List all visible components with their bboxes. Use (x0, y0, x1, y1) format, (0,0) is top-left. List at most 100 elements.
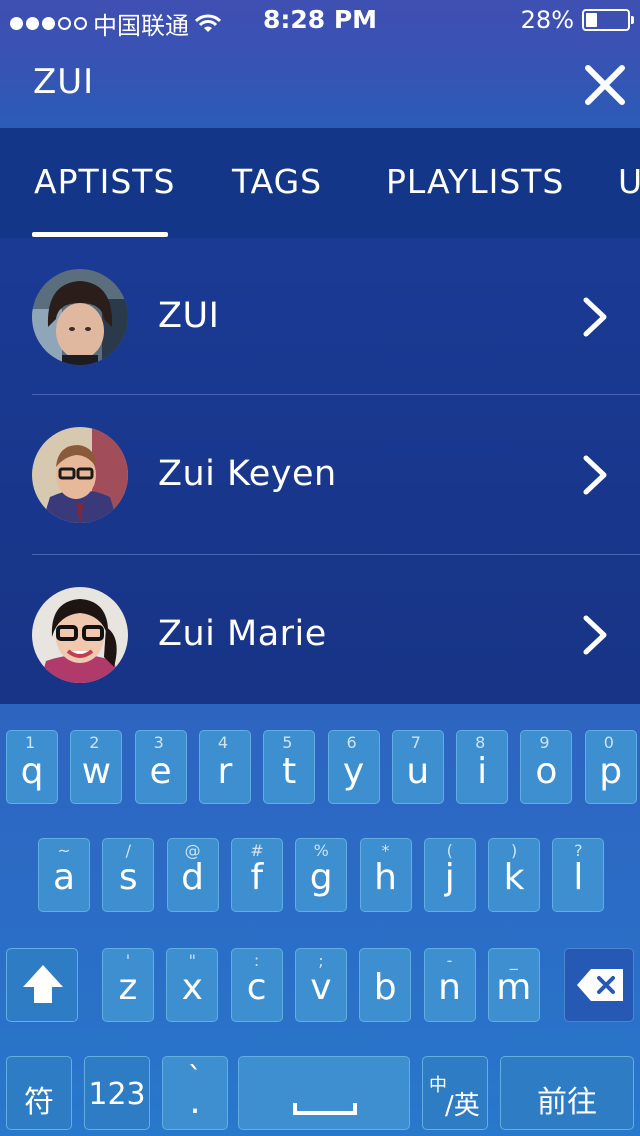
key-k[interactable]: ) k (488, 838, 541, 912)
key-t[interactable]: 5t (263, 730, 316, 804)
key-a[interactable]: ~ a (38, 838, 90, 912)
key-number-hint: 8 (475, 733, 486, 752)
key-m[interactable]: _ m (487, 948, 540, 1022)
artist-name: Zui Keyen (158, 454, 337, 494)
key-s[interactable]: / s (102, 838, 155, 912)
key-label: u (406, 751, 430, 792)
key-n[interactable]: -n (423, 948, 476, 1022)
shift-arrow-icon (23, 965, 63, 1003)
space-key[interactable] (238, 1056, 410, 1130)
key-label: s (118, 857, 138, 898)
chevron-right-icon (583, 615, 607, 655)
key-label: v (310, 967, 332, 1008)
chevron-right-icon (583, 455, 607, 495)
artist-name: ZUI (158, 296, 220, 336)
key-label: w (81, 751, 112, 792)
language-switch-key[interactable]: 中 /英 (422, 1056, 488, 1130)
key-label: x (181, 967, 203, 1008)
key-label: j (444, 857, 455, 898)
key-y[interactable]: 6y (327, 730, 380, 804)
key-label: p (599, 751, 623, 792)
shift-key[interactable] (6, 948, 78, 1022)
key-w[interactable]: 2w (70, 730, 123, 804)
key-u[interactable]: 7u (391, 730, 444, 804)
artist-results-list: ZUI Zui Keyen Zui Marie (0, 238, 640, 704)
key-number-hint: 2 (89, 733, 100, 752)
key-label: o (535, 751, 558, 792)
avatar (32, 269, 128, 365)
list-item[interactable]: ZUI (0, 238, 640, 396)
key-label: f (250, 857, 264, 898)
divider (32, 554, 640, 555)
avatar (32, 427, 128, 523)
numbers-key[interactable]: 123 (84, 1056, 150, 1130)
key-q[interactable]: 1q (6, 730, 58, 804)
key-f[interactable]: # f (230, 838, 283, 912)
go-key[interactable]: 前往 (500, 1056, 634, 1130)
key-h[interactable]: * h (359, 838, 412, 912)
key-i[interactable]: 8i (456, 730, 509, 804)
key-label: y (342, 751, 365, 792)
key-e[interactable]: 3e (134, 730, 187, 804)
key-z[interactable]: ' z (102, 948, 154, 1022)
key-g[interactable]: % g (295, 838, 348, 912)
key-label: t (282, 751, 297, 792)
key-label: d (181, 857, 205, 898)
key-b[interactable]: b (359, 948, 412, 1022)
key-r[interactable]: 4r (198, 730, 251, 804)
tab-playlists[interactable]: PLAYLISTS (386, 162, 564, 201)
active-tab-indicator (32, 232, 168, 237)
key-label: a (52, 857, 76, 898)
divider (32, 394, 640, 395)
category-tabs: APTISTS TAGS PLAYLISTS U (0, 128, 640, 238)
key-label: e (149, 751, 172, 792)
backspace-icon (577, 969, 623, 1001)
search-header: 中国联通 8:28 PM 28% ZUI (0, 0, 640, 128)
key-o[interactable]: 9o (520, 730, 573, 804)
onscreen-keyboard: 1q2w3e4r5t6y7u8i9o0p ~ a / s @ d # f% g * h(j) k? l … (0, 704, 640, 1136)
key-label: i (477, 751, 488, 792)
key-label: l (573, 857, 584, 898)
artist-name: Zui Marie (158, 614, 327, 654)
key-label: k (503, 857, 525, 898)
symbols-key[interactable]: 符 (6, 1056, 72, 1130)
key-label: q (20, 751, 44, 792)
tab-users[interactable]: U (618, 162, 640, 201)
key-label: g (309, 857, 333, 898)
key-number-hint: 7 (410, 733, 421, 752)
key-number-hint: 5 (282, 733, 293, 752)
battery-icon (582, 9, 634, 31)
chevron-right-icon (583, 297, 607, 337)
key-d[interactable]: @ d (166, 838, 219, 912)
avatar (32, 587, 128, 683)
close-icon[interactable] (580, 60, 630, 110)
tab-artists[interactable]: APTISTS (34, 162, 175, 201)
backspace-key[interactable] (564, 948, 634, 1022)
key-label: z (118, 967, 138, 1008)
key-label: n (438, 967, 461, 1008)
key-label: r (217, 751, 233, 792)
space-bar-icon (293, 1103, 357, 1115)
tab-tags[interactable]: TAGS (232, 162, 322, 201)
key-number-hint: 6 (346, 733, 357, 752)
key-p[interactable]: 0p (584, 730, 637, 804)
key-number-hint: 4 (217, 733, 229, 752)
key-j[interactable]: (j (423, 838, 476, 912)
key-label: h (374, 857, 397, 898)
status-bar: 中国联通 8:28 PM 28% (0, 0, 640, 40)
search-input[interactable]: ZUI (33, 62, 94, 102)
key-number-hint: 3 (153, 733, 164, 752)
key-number-hint: 9 (539, 733, 550, 752)
punctuation-key[interactable]: ` . (162, 1056, 228, 1130)
key-number-hint: 1 (25, 733, 36, 752)
key-label: c (246, 967, 267, 1008)
key-label: b (373, 967, 397, 1008)
list-item[interactable]: Zui Keyen (0, 396, 640, 554)
key-l[interactable]: ? l (552, 838, 605, 912)
key-x[interactable]: " x (166, 948, 219, 1022)
key-v[interactable]: ; v (294, 948, 347, 1022)
list-item[interactable]: Zui Marie (0, 556, 640, 714)
key-c[interactable]: :c (230, 948, 283, 1022)
battery-percent: 28% (520, 6, 574, 34)
key-label: m (496, 967, 532, 1008)
